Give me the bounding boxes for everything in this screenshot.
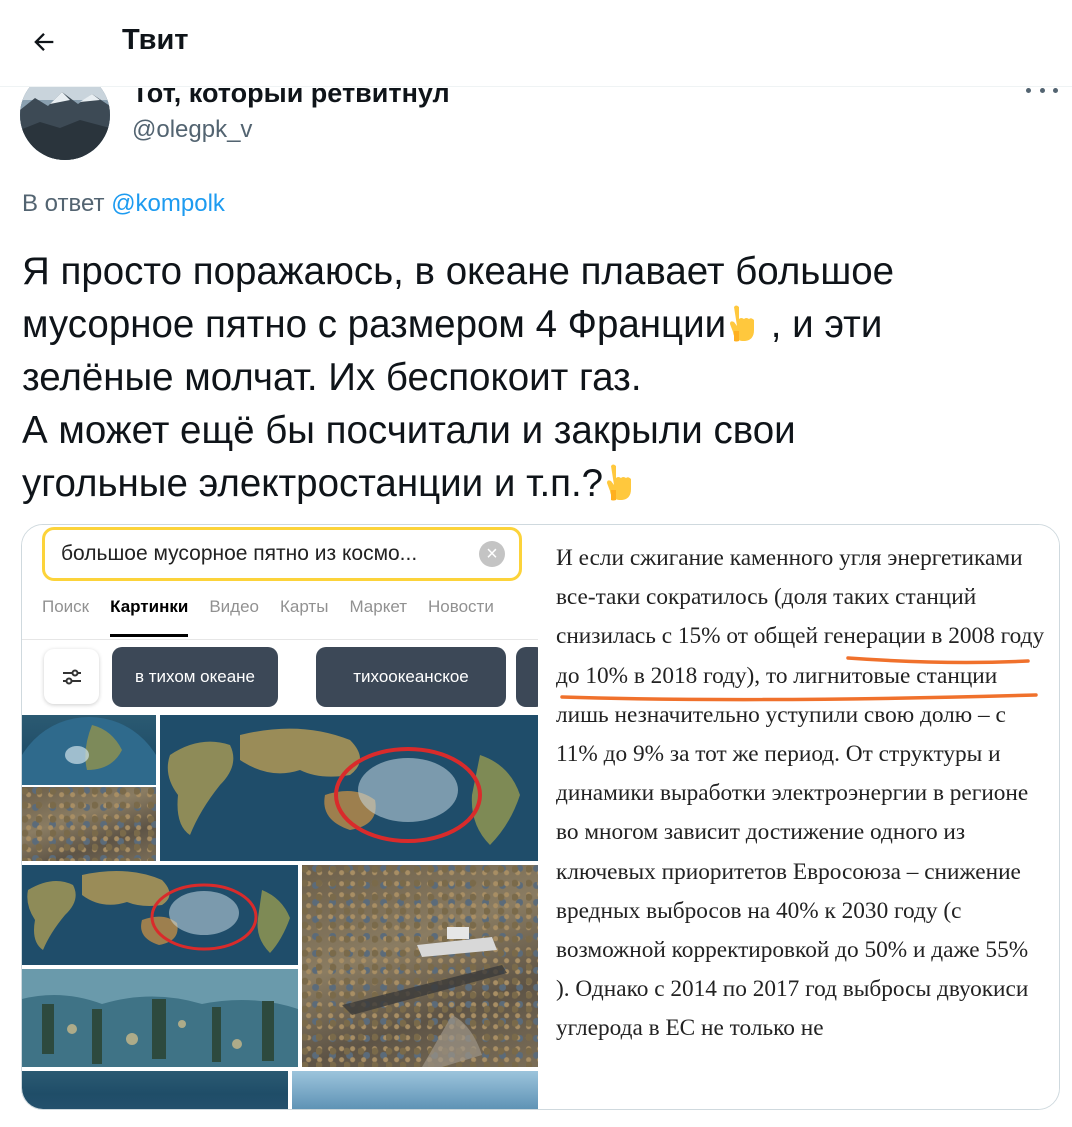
tweet-line: Я просто поражаюсь, в океане плавает бол… — [22, 250, 895, 293]
tweet-line: зелёные молчат. Их беспокоит газ. — [22, 356, 642, 399]
reply-prefix: В ответ — [22, 190, 105, 217]
image-thumbnail — [302, 865, 538, 1067]
search-tabs: Поиск Картинки Видео Карты Маркет Новост… — [42, 597, 494, 637]
image-thumbnail — [22, 1071, 288, 1109]
garbage-boat-image — [342, 927, 507, 1067]
top-bar: Твит — [0, 0, 1072, 87]
search-query: большое мусорное пятно из космо... — [61, 542, 418, 565]
tweet-line: угольные электростанции и т.п.? — [22, 457, 1052, 510]
divider — [22, 639, 538, 640]
tweet-line-part: , и эти — [760, 303, 883, 346]
underline-annotation — [560, 656, 1038, 702]
page-title: Твит — [122, 24, 189, 56]
author-handle[interactable]: @olegpk_v — [132, 116, 252, 144]
suggestion-chip: тихоокеанское — [316, 647, 506, 707]
reply-context: В ответ @kompolk — [22, 190, 225, 218]
reply-mention-link[interactable]: @kompolk — [111, 190, 225, 217]
dot-icon — [1053, 87, 1058, 93]
clear-icon: × — [479, 541, 505, 567]
search-input: большое мусорное пятно из космо... × — [42, 527, 522, 581]
globe-image — [22, 717, 156, 785]
tweet-line: А может ещё бы посчитали и закрыли свои — [22, 409, 796, 452]
underwater-debris-image — [22, 969, 298, 1067]
tweet-text: Я просто поражаюсь, в океане плавает бол… — [22, 245, 1052, 510]
search-tab: Маркет — [349, 597, 408, 616]
search-tab-active: Картинки — [110, 597, 189, 637]
suggestion-chip-partial — [516, 647, 538, 707]
tweet-line: мусорное пятно с размером 4 Франции , и … — [22, 298, 1052, 351]
back-button[interactable] — [22, 20, 66, 64]
tweet-line-part: угольные электростанции и т.п.? — [22, 462, 604, 505]
suggestion-chip: в тихом океане — [112, 647, 278, 707]
tweet-media-image[interactable]: большое мусорное пятно из космо... × Пои… — [21, 524, 1060, 1110]
dot-icon — [1039, 87, 1045, 93]
world-map-image — [160, 715, 538, 861]
pointing-down-icon — [607, 464, 632, 501]
arrow-left-icon — [34, 33, 54, 51]
image-thumbnail — [22, 865, 298, 965]
search-screenshot: большое мусорное пятно из космо... × Пои… — [22, 525, 538, 1109]
sliders-icon — [62, 669, 81, 684]
pointing-down-icon — [730, 305, 755, 342]
search-tab: Новости — [428, 597, 494, 616]
image-thumbnail — [22, 715, 156, 785]
image-thumbnail — [160, 715, 538, 861]
image-thumbnail — [22, 969, 298, 1067]
image-thumbnail — [292, 1071, 538, 1109]
search-tab: Видео — [209, 597, 259, 616]
tweet-line-part: мусорное пятно с размером 4 Франции — [22, 303, 727, 346]
search-tab: Карты — [279, 597, 329, 616]
dot-icon — [1026, 87, 1031, 93]
world-map-image — [22, 865, 298, 965]
search-tab: Поиск — [42, 597, 90, 616]
image-thumbnail — [22, 787, 156, 861]
filter-button — [44, 649, 99, 704]
article-scan: И если сжигание каменного угля энергетик… — [556, 525, 1059, 1109]
